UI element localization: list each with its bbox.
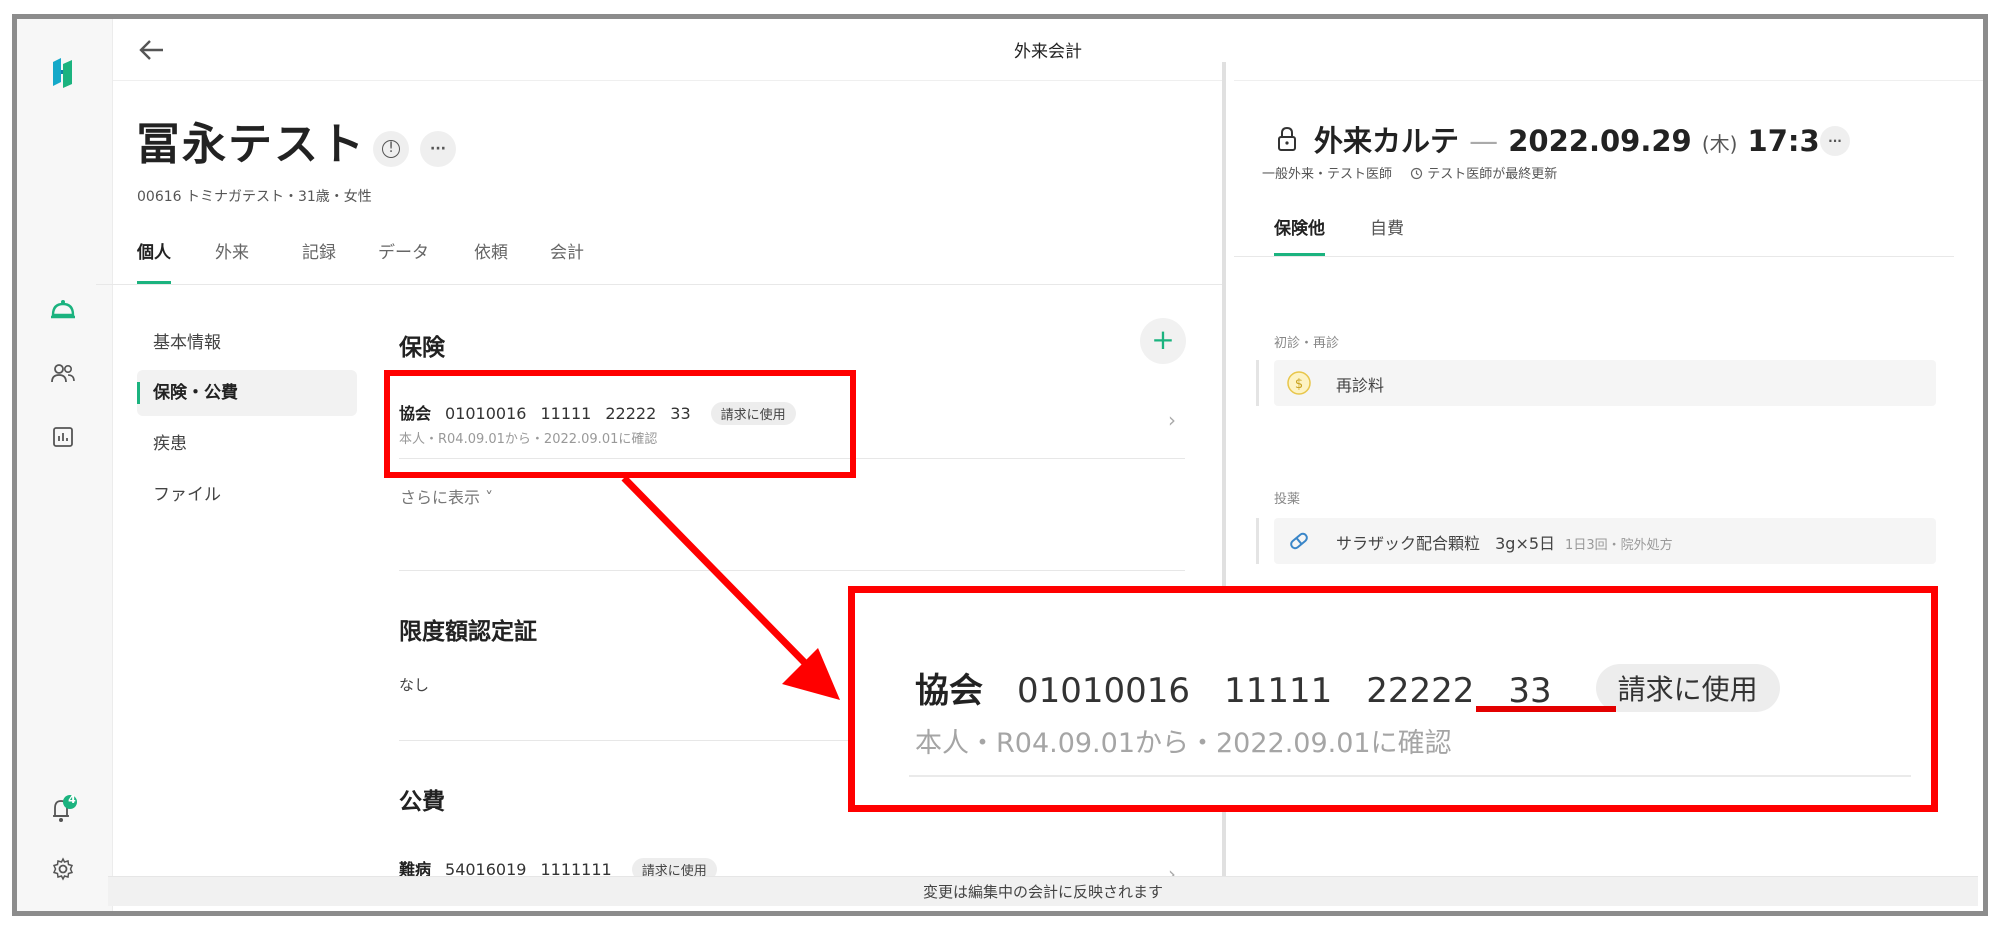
history-icon — [1410, 167, 1427, 182]
zoomed-insurer-number: 01010016 — [1017, 671, 1191, 711]
tab-records[interactable]: 記録 — [302, 238, 336, 284]
medication-dose: 3g×5日 — [1495, 534, 1556, 553]
settings-gear-icon[interactable] — [47, 853, 79, 885]
section-bar — [1256, 518, 1259, 564]
top-bar: 外来会計 — [113, 19, 1983, 81]
karte-weekday: (木) — [1701, 132, 1738, 156]
info-icon: ! — [382, 140, 400, 158]
subnav-insurance[interactable]: 保険・公費 — [137, 370, 357, 416]
patient-subtitle: 00616 トミナガテスト・31歳・女性 — [137, 189, 372, 205]
add-insurance-button[interactable]: + — [1140, 318, 1186, 364]
zoomed-insurance-detail: 本人・R04.09.01から・2022.09.01に確認 — [915, 728, 1452, 759]
subnav-diseases[interactable]: 疾患 — [137, 421, 357, 467]
revisit-fee-label: 再診料 — [1336, 376, 1385, 395]
app-logo-icon — [47, 57, 79, 89]
zoom-callout: 協会 01010016 11111 22222 33 請求に使用 本人・R04.09.01… — [848, 586, 1938, 812]
public-expense-title: 公費 — [399, 789, 445, 815]
notification-count: 4 — [68, 793, 76, 806]
subnav-basic-info[interactable]: 基本情報 — [137, 320, 357, 366]
zoomed-divider — [909, 775, 1911, 777]
section-bar — [1256, 360, 1259, 406]
section-divider — [399, 570, 1185, 571]
zoomed-billing-use-badge: 請求に使用 — [1595, 664, 1780, 712]
tab-requests[interactable]: 依頼 — [474, 238, 508, 284]
zoomed-card-number: 22222 — [1366, 671, 1475, 711]
zoomed-branch-number: 33 — [1508, 671, 1552, 711]
zoomed-insurer-name: 協会 — [915, 671, 983, 711]
medication-text: サラザック配合顆粒 3g×5日 1日3回・院外処方 — [1336, 530, 1673, 554]
patient-more-button[interactable]: ··· — [420, 131, 456, 167]
karte-header: 外来カルテ — 2022.09.29 (木) 17:30 — [1314, 118, 1840, 160]
limit-certificate-title: 限度額認定証 — [399, 619, 537, 645]
annotation-underline — [1476, 706, 1616, 712]
svg-text:$: $ — [1295, 377, 1303, 392]
analytics-icon[interactable] — [47, 421, 79, 453]
tab-insurance-other[interactable]: 保険他 — [1274, 214, 1325, 256]
patient-name: 冨永テスト — [136, 119, 366, 170]
karte-tabs-divider — [1234, 256, 1954, 257]
more-icon: ··· — [430, 141, 446, 157]
revisit-fee-item[interactable]: $ 再診料 — [1274, 360, 1936, 406]
tab-data[interactable]: データ — [378, 238, 429, 284]
karte-date: 2022.09.29 — [1508, 124, 1692, 158]
icon-rail: 4 — [17, 19, 113, 911]
patient-info-button[interactable]: ! — [373, 131, 409, 167]
medication-label: 投薬 — [1274, 492, 1301, 507]
medication-note: 1日3回・院外処方 — [1565, 538, 1673, 553]
more-icon: ··· — [1828, 134, 1842, 148]
karte-subtitle: 一般外来・テスト医師 テスト医師が最終更新 — [1262, 163, 1557, 182]
zoomed-insurance-row: 協会 01010016 11111 22222 33 請求に使用 — [915, 663, 1780, 712]
insurance-section-title: 保険 — [399, 335, 445, 361]
lock-icon — [1276, 126, 1298, 156]
show-more-link[interactable]: さらに表示 ˅ — [400, 484, 493, 508]
medication-item[interactable]: サラザック配合顆粒 3g×5日 1日3回・院外処方 — [1274, 518, 1936, 564]
visit-type-label: 初診・再診 — [1274, 336, 1340, 351]
karte-dash: — — [1469, 124, 1499, 158]
page-title: 外来会計 — [1014, 42, 1082, 62]
capsule-icon — [1286, 528, 1312, 554]
notification-bell-icon[interactable]: 4 — [47, 793, 79, 825]
highlight-box — [384, 370, 856, 478]
medication-name: サラザック配合顆粒 — [1336, 534, 1481, 553]
limit-certificate-value: なし — [399, 676, 430, 694]
patients-icon[interactable] — [47, 357, 79, 389]
coin-icon: $ — [1286, 370, 1312, 396]
tab-billing[interactable]: 会計 — [550, 238, 584, 284]
chevron-right-icon[interactable]: › — [1168, 408, 1176, 432]
outpatient-bell-icon[interactable] — [47, 293, 79, 325]
tabs-divider — [96, 284, 1222, 285]
karte-title: 外来カルテ — [1314, 124, 1460, 158]
karte-more-button[interactable]: ··· — [1820, 126, 1850, 156]
tab-outpatient[interactable]: 外来 — [215, 238, 249, 284]
tab-personal[interactable]: 個人 — [137, 238, 171, 284]
karte-last-updated: テスト医師が最終更新 — [1427, 167, 1558, 182]
tab-self-pay[interactable]: 自費 — [1370, 214, 1404, 256]
subnav-files[interactable]: ファイル — [137, 472, 357, 518]
karte-department: 一般外来・テスト医師 — [1262, 167, 1393, 182]
zoomed-symbol-number: 11111 — [1224, 671, 1333, 711]
status-footer: 変更は編集中の会計に反映されます — [108, 876, 1978, 906]
